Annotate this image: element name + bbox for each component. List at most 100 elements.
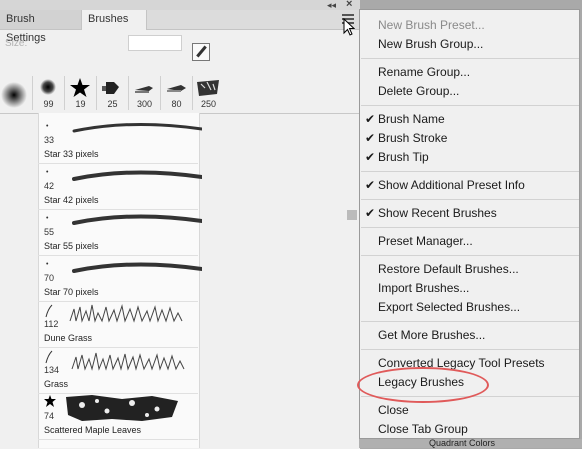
panel-title-strip <box>0 0 360 10</box>
background-panel: Quadrant Colors <box>359 438 582 448</box>
menu-separator <box>361 199 579 200</box>
star-brush-icon <box>70 78 90 97</box>
highlight-ellipse <box>357 367 489 403</box>
menu-item-rename-group[interactable]: Rename Group... <box>360 63 579 82</box>
brush-item[interactable]: • 55 Star 55 pixels <box>38 209 202 256</box>
soft-round-brush-icon <box>1 82 27 108</box>
brush-name: Grass <box>44 379 69 389</box>
checkmark-icon: ✔ <box>365 178 376 192</box>
brush-stroke-preview <box>72 214 202 225</box>
menu-item-show-recent-brushes[interactable]: ✔ Show Recent Brushes <box>360 204 579 223</box>
brush-size-label: 19 <box>75 99 86 109</box>
quadrant-colors-label: Quadrant Colors <box>429 438 496 448</box>
brush-name: Scattered Maple Leaves <box>44 425 142 435</box>
menu-separator <box>361 349 579 350</box>
hard-brush-icon <box>102 82 119 94</box>
tab-brush-settings[interactable]: Brush Settings <box>0 10 82 44</box>
recent-brush-2[interactable]: 19 <box>65 76 97 110</box>
scrollbar-thumb[interactable] <box>347 210 357 220</box>
brush-name: Star 70 pixels <box>44 287 99 297</box>
recent-brush-1[interactable]: 99 <box>33 76 65 110</box>
brush-tip-icon: • <box>46 169 49 176</box>
brush-name: Star 42 pixels <box>44 195 99 205</box>
menu-separator <box>361 105 579 106</box>
tab-brushes[interactable]: Brushes <box>81 10 147 30</box>
brush-name: Star 33 pixels <box>44 149 99 159</box>
brush-size-label: 99 <box>43 99 54 109</box>
recent-brushes: 99 19 25 300 80 250 <box>0 76 222 110</box>
brush-name: Star 55 pixels <box>44 241 99 251</box>
brush-tool-icon <box>135 86 153 93</box>
checkmark-icon: ✔ <box>365 206 376 220</box>
recent-brush-3[interactable]: 25 <box>97 76 129 110</box>
menu-item-brush-tip[interactable]: ✔ Brush Tip <box>360 148 579 167</box>
checkmark-icon: ✔ <box>365 112 376 126</box>
menu-item-new-brush-preset[interactable]: New Brush Preset... <box>360 16 579 35</box>
menu-separator <box>361 255 579 256</box>
brush-tip-icon: • <box>46 215 49 222</box>
mouse-cursor-icon <box>343 18 355 36</box>
menu-item-import-brushes[interactable]: Import Brushes... <box>360 279 579 298</box>
brush-stroke-preview <box>72 122 202 133</box>
brush-diameter: 112 <box>44 319 59 329</box>
menu-item-restore-default-brushes[interactable]: Restore Default Brushes... <box>360 260 579 279</box>
brush-size-label: 25 <box>107 99 118 109</box>
brush-size-label: 250 <box>200 99 217 109</box>
brush-item[interactable]: • 42 Star 42 pixels <box>38 163 202 210</box>
brush-stroke-preview <box>66 395 178 421</box>
recent-brush-6[interactable]: 250 <box>193 76 224 110</box>
brush-diameter: 70 <box>44 273 55 283</box>
menu-item-show-additional-preset-info[interactable]: ✔ Show Additional Preset Info <box>360 176 579 195</box>
menu-item-export-selected-brushes[interactable]: Export Selected Brushes... <box>360 298 579 317</box>
soft-round-brush-icon <box>40 79 56 95</box>
menu-item-preset-manager[interactable]: Preset Manager... <box>360 232 579 251</box>
brush-stroke-preview <box>72 170 202 181</box>
menu-separator <box>361 227 579 228</box>
brush-item[interactable]: 74 Scattered Maple Leaves <box>38 393 198 440</box>
menu-separator <box>361 171 579 172</box>
menu-item-label: Show Recent Brushes <box>378 206 497 220</box>
brush-item[interactable]: 112 Dune Grass <box>38 301 198 348</box>
brush-diameter: 42 <box>44 181 55 191</box>
brush-item[interactable]: • 70 Star 70 pixels <box>38 255 202 302</box>
brush-diameter: 74 <box>44 411 55 421</box>
brush-name: Dune Grass <box>44 333 93 343</box>
star-tip-icon <box>44 395 56 407</box>
grass-tip-icon <box>45 304 53 318</box>
brush-size-label: 80 <box>171 99 182 109</box>
close-panel-icon[interactable]: × <box>346 0 352 10</box>
recent-brush-4[interactable]: 300 <box>129 76 161 110</box>
size-input[interactable] <box>128 35 182 51</box>
brush-stroke-preview <box>71 352 185 371</box>
menu-item-close[interactable]: Close <box>360 401 579 420</box>
checkmark-icon: ✔ <box>365 150 376 164</box>
grass-tip-icon <box>45 350 53 364</box>
menu-item-new-brush-group[interactable]: New Brush Group... <box>360 35 579 54</box>
brush-diameter: 134 <box>44 365 60 375</box>
menu-separator <box>361 321 579 322</box>
create-brush-icon[interactable] <box>192 43 210 61</box>
brush-tip-icon: • <box>46 261 49 268</box>
checkmark-icon: ✔ <box>365 131 376 145</box>
brush-diameter: 55 <box>44 227 55 237</box>
recent-brush-soft[interactable] <box>0 76 33 110</box>
menu-item-label: Brush Stroke <box>378 131 448 145</box>
brush-item[interactable]: • 33 Star 33 pixels <box>38 117 202 164</box>
brush-tool-icon <box>167 85 186 92</box>
brush-tip-icon: • <box>46 123 49 130</box>
menu-item-brush-stroke[interactable]: ✔ Brush Stroke <box>360 129 579 148</box>
brush-item[interactable]: 134 Grass <box>38 347 198 394</box>
brush-stroke-preview <box>72 262 202 273</box>
menu-item-close-tab-group[interactable]: Close Tab Group <box>360 420 579 439</box>
menu-item-label: Brush Tip <box>378 150 429 164</box>
brush-size-label: 300 <box>136 99 153 109</box>
texture-brush-icon <box>197 80 219 96</box>
collapse-panel-icon[interactable]: ◂◂ <box>327 0 336 10</box>
menu-item-delete-group[interactable]: Delete Group... <box>360 82 579 101</box>
menu-item-brush-name[interactable]: ✔ Brush Name <box>360 110 579 129</box>
menu-item-get-more-brushes[interactable]: Get More Brushes... <box>360 326 579 345</box>
menu-item-label: Brush Name <box>378 112 445 126</box>
menu-item-label: Show Additional Preset Info <box>378 178 525 192</box>
recent-brush-5[interactable]: 80 <box>161 76 193 110</box>
brush-diameter: 33 <box>44 135 55 145</box>
